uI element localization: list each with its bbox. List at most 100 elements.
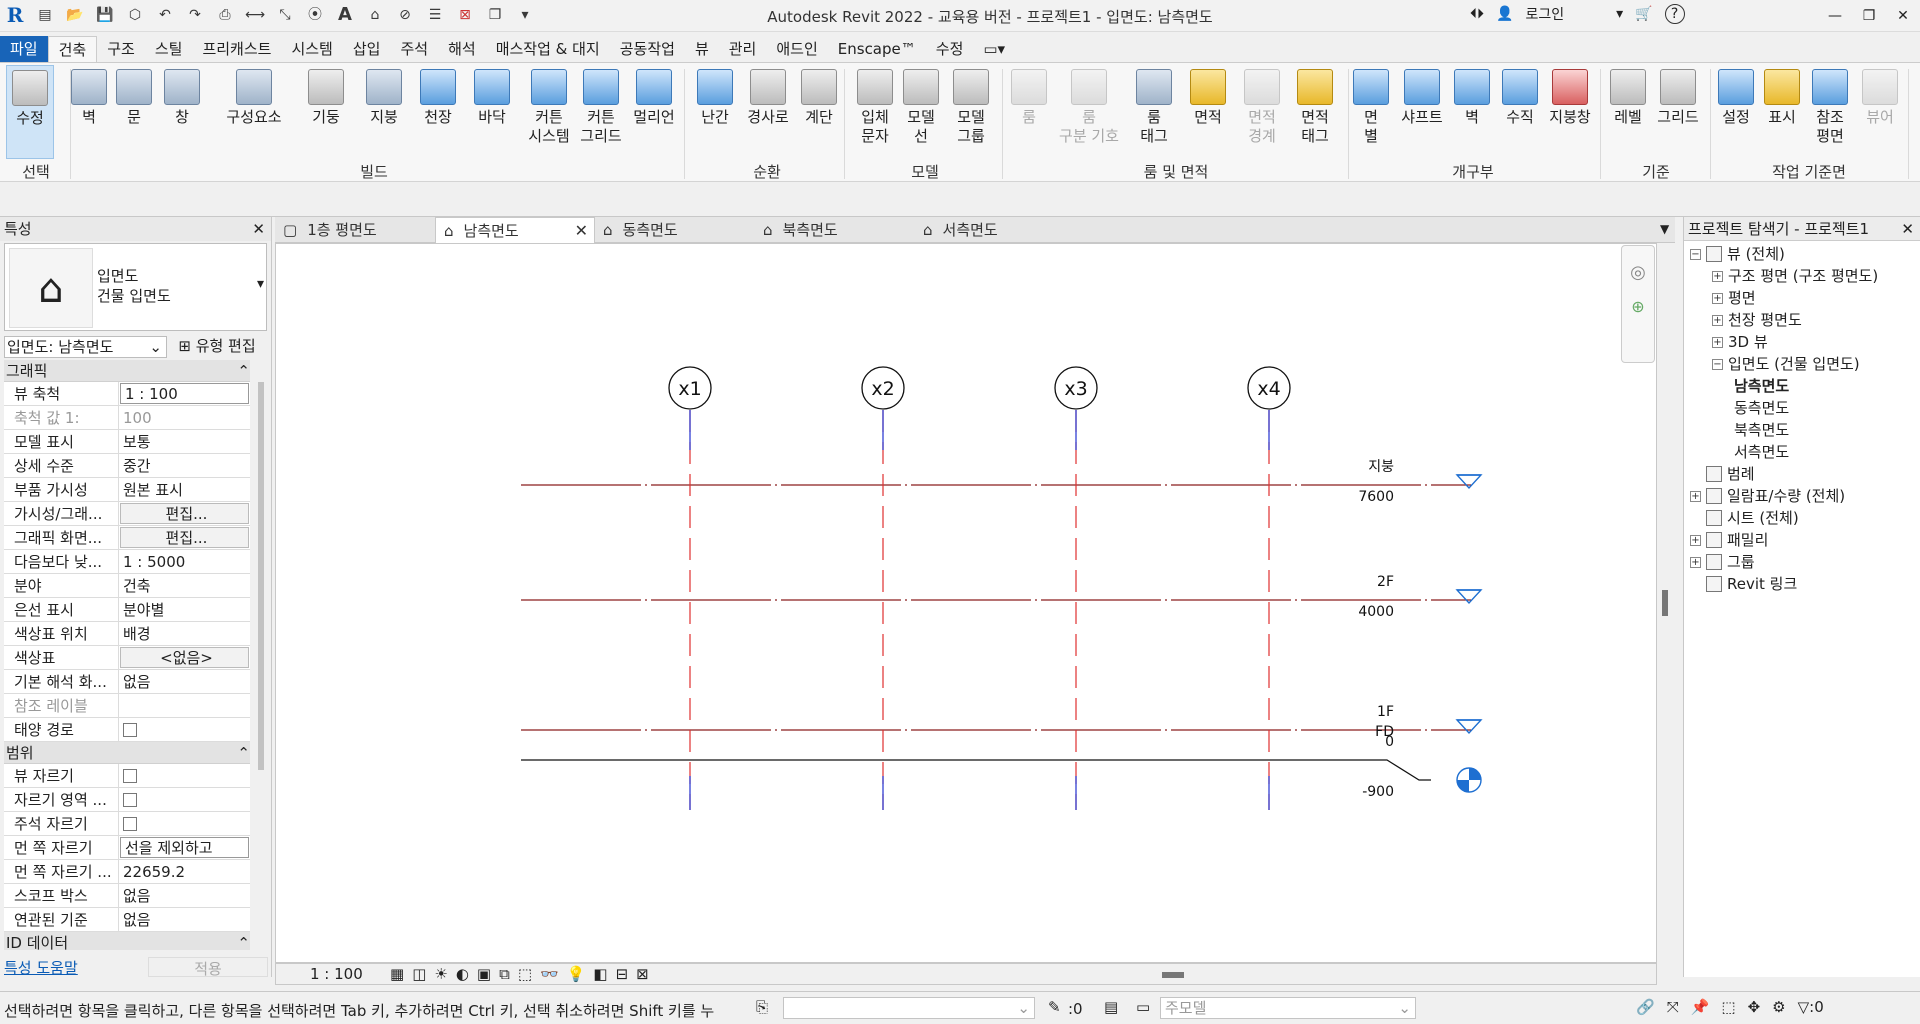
property-value[interactable]: 분야별 [119,598,250,621]
open-icon[interactable]: 📂 [64,4,86,26]
room-tag-button[interactable]: 룸 태그 [1130,65,1178,146]
panel-label[interactable]: 빌드 [68,161,680,182]
browser-item[interactable]: + 그룹 [1690,551,1755,573]
tab-9[interactable]: 매스작업 & 대지 [486,36,610,62]
mullion-button[interactable]: 멀리언 [628,65,680,127]
curtain-system-button[interactable]: 커튼 시스템 [521,65,577,146]
customize-icon[interactable]: ▾ [514,4,536,26]
wall-opening-button[interactable]: 벽 [1452,65,1492,127]
view-tab[interactable]: ⌂ 동측면도 [595,217,755,243]
viewer-button[interactable]: 뷰어 [1858,65,1902,127]
checkbox[interactable] [123,769,137,783]
property-value[interactable]: 편집... [120,503,249,524]
door-button[interactable]: 문 [116,65,152,127]
property-value[interactable]: 선을 제외하고 [120,837,249,858]
browser-item[interactable]: + 천장 평면도 [1712,309,1802,331]
tab-12[interactable]: 관리 [719,36,767,62]
browser-item[interactable]: − 뷰 (전체) [1690,243,1785,265]
search-expand-icon[interactable]: ⏴⏵ [1470,6,1484,22]
close-tab-icon[interactable]: ✕ [575,218,588,244]
cart-icon[interactable]: 🛒 [1635,6,1652,22]
view-tab[interactable]: ⌂ 북측면도 [755,217,915,243]
collapse-icon[interactable]: ⌃ [237,742,250,763]
temp-hide-icon[interactable]: 👓 [540,965,559,983]
dimension-icon[interactable]: ⤡ [274,4,296,26]
undo-icon[interactable]: ↶ [154,4,176,26]
design-options-icon[interactable]: ▤ [1104,998,1118,1016]
navigation-bar[interactable]: ◎ ⊕ [1621,245,1655,363]
window-button[interactable]: 창 [162,65,202,127]
browser-item[interactable]: − 입면도 (건물 입면도) [1712,353,1860,375]
worksharing-display-icon[interactable]: ◧ [593,965,607,983]
login-dropdown-icon[interactable]: ▾ [1616,6,1623,22]
measure-icon[interactable]: ⟷ [244,4,266,26]
instance-selector[interactable]: 입면도: 남측면도 ⌄ [4,336,167,358]
text-icon[interactable]: A [334,4,356,26]
dormer-button[interactable]: 지붕창 [1544,65,1596,127]
model-text-button[interactable]: 입체 문자 [852,65,898,146]
restore-button[interactable]: ❐ [1852,0,1886,32]
tab-list-icon[interactable]: ▼ [1660,222,1669,236]
browser-item[interactable]: 북측면도 [1734,419,1789,441]
tab-6[interactable]: 삽입 [343,36,391,62]
browser-item[interactable]: + 평면 [1712,287,1756,309]
collapse-icon[interactable]: ⌃ [237,360,250,381]
sun-path-icon[interactable]: ☀ [434,965,447,983]
property-value[interactable]: 보통 [119,430,250,453]
thin-lines-icon[interactable]: ☰ [424,4,446,26]
zoom-icon[interactable]: ⊕ [1622,297,1654,316]
crop-icon[interactable]: ⧉ [499,965,510,983]
collapse-icon[interactable]: − [1712,358,1723,370]
login-label[interactable]: 로그인 [1525,4,1564,24]
shadows-icon[interactable]: ◐ [456,965,469,983]
property-value[interactable]: 중간 [119,454,250,477]
browser-item[interactable]: + 구조 평면 (구조 평면도) [1712,265,1878,287]
print-icon[interactable]: ⎙ [214,4,236,26]
tab-5[interactable]: 시스템 [281,36,342,62]
minimize-button[interactable]: — [1818,0,1852,32]
tab-14[interactable]: Enscape™ [828,36,926,62]
apply-button[interactable]: 적용 [148,957,268,978]
property-value[interactable]: 없음 [119,884,250,907]
level-button[interactable]: 레벨 [1606,65,1650,127]
property-value[interactable] [119,812,250,835]
tab-11[interactable]: 뷰 [685,36,719,62]
show-button[interactable]: 표시 [1760,65,1804,127]
section-extents[interactable]: 범위 ⌃ [4,742,250,764]
save-icon[interactable]: 💾 [94,4,116,26]
property-value[interactable]: 없음 [119,670,250,693]
help-icon[interactable]: ? [1664,4,1685,24]
drawing-canvas[interactable]: x1 x2 x3 x4 지붕 7600 2F 4000 1F 0 FD -900 [275,243,1657,963]
roof-button[interactable]: 지붕 [362,65,406,127]
main-model-icon[interactable]: ▭ [1136,998,1150,1016]
by-face-button[interactable]: 면 별 [1350,65,1392,146]
ref-plane-button[interactable]: 참조 평면 [1806,65,1854,146]
property-value[interactable]: 1 : 5000 [119,550,250,573]
browser-item[interactable]: + 일람표/수량 (전체) [1690,485,1845,507]
tab-0[interactable]: 파일 [0,36,48,62]
property-value[interactable]: 편집... [120,527,249,548]
redo-icon[interactable]: ↷ [184,4,206,26]
drag-elements-icon[interactable]: ✥ [1748,998,1761,1016]
type-selector[interactable]: ⌂ 입면도 건물 입면도 ▾ [4,243,267,331]
checkbox[interactable] [123,723,137,737]
area-button[interactable]: 면적 [1184,65,1232,127]
floor-button[interactable]: 바닥 [468,65,516,127]
area-tag-button[interactable]: 면적 태그 [1290,65,1340,146]
select-underlay-icon[interactable]: ⤧ [1667,998,1679,1016]
analytical-icon[interactable]: ⊟ [616,965,629,983]
tab-13[interactable]: 애드인 [766,36,827,62]
browser-item[interactable]: + 패밀리 [1690,529,1768,551]
browser-item[interactable]: 남측면도 [1734,375,1789,397]
panel-label[interactable]: 순환 [694,161,840,182]
curtain-grid-button[interactable]: 커튼 그리드 [576,65,626,146]
filter-icon[interactable]: ▽:0 [1798,998,1824,1016]
detail-level-icon[interactable]: ▦ [390,965,404,983]
modify-button[interactable]: 수정 [6,65,54,159]
tab-3[interactable]: 스틸 [145,36,193,62]
collapse-icon[interactable]: − [1690,248,1701,260]
model-line-button[interactable]: 모델 선 [899,65,943,146]
chevron-down-icon[interactable]: ▾ [257,276,264,292]
panel-label[interactable]: 작업 기준면 [1714,161,1904,182]
visual-style-icon[interactable]: ◫ [412,965,426,983]
